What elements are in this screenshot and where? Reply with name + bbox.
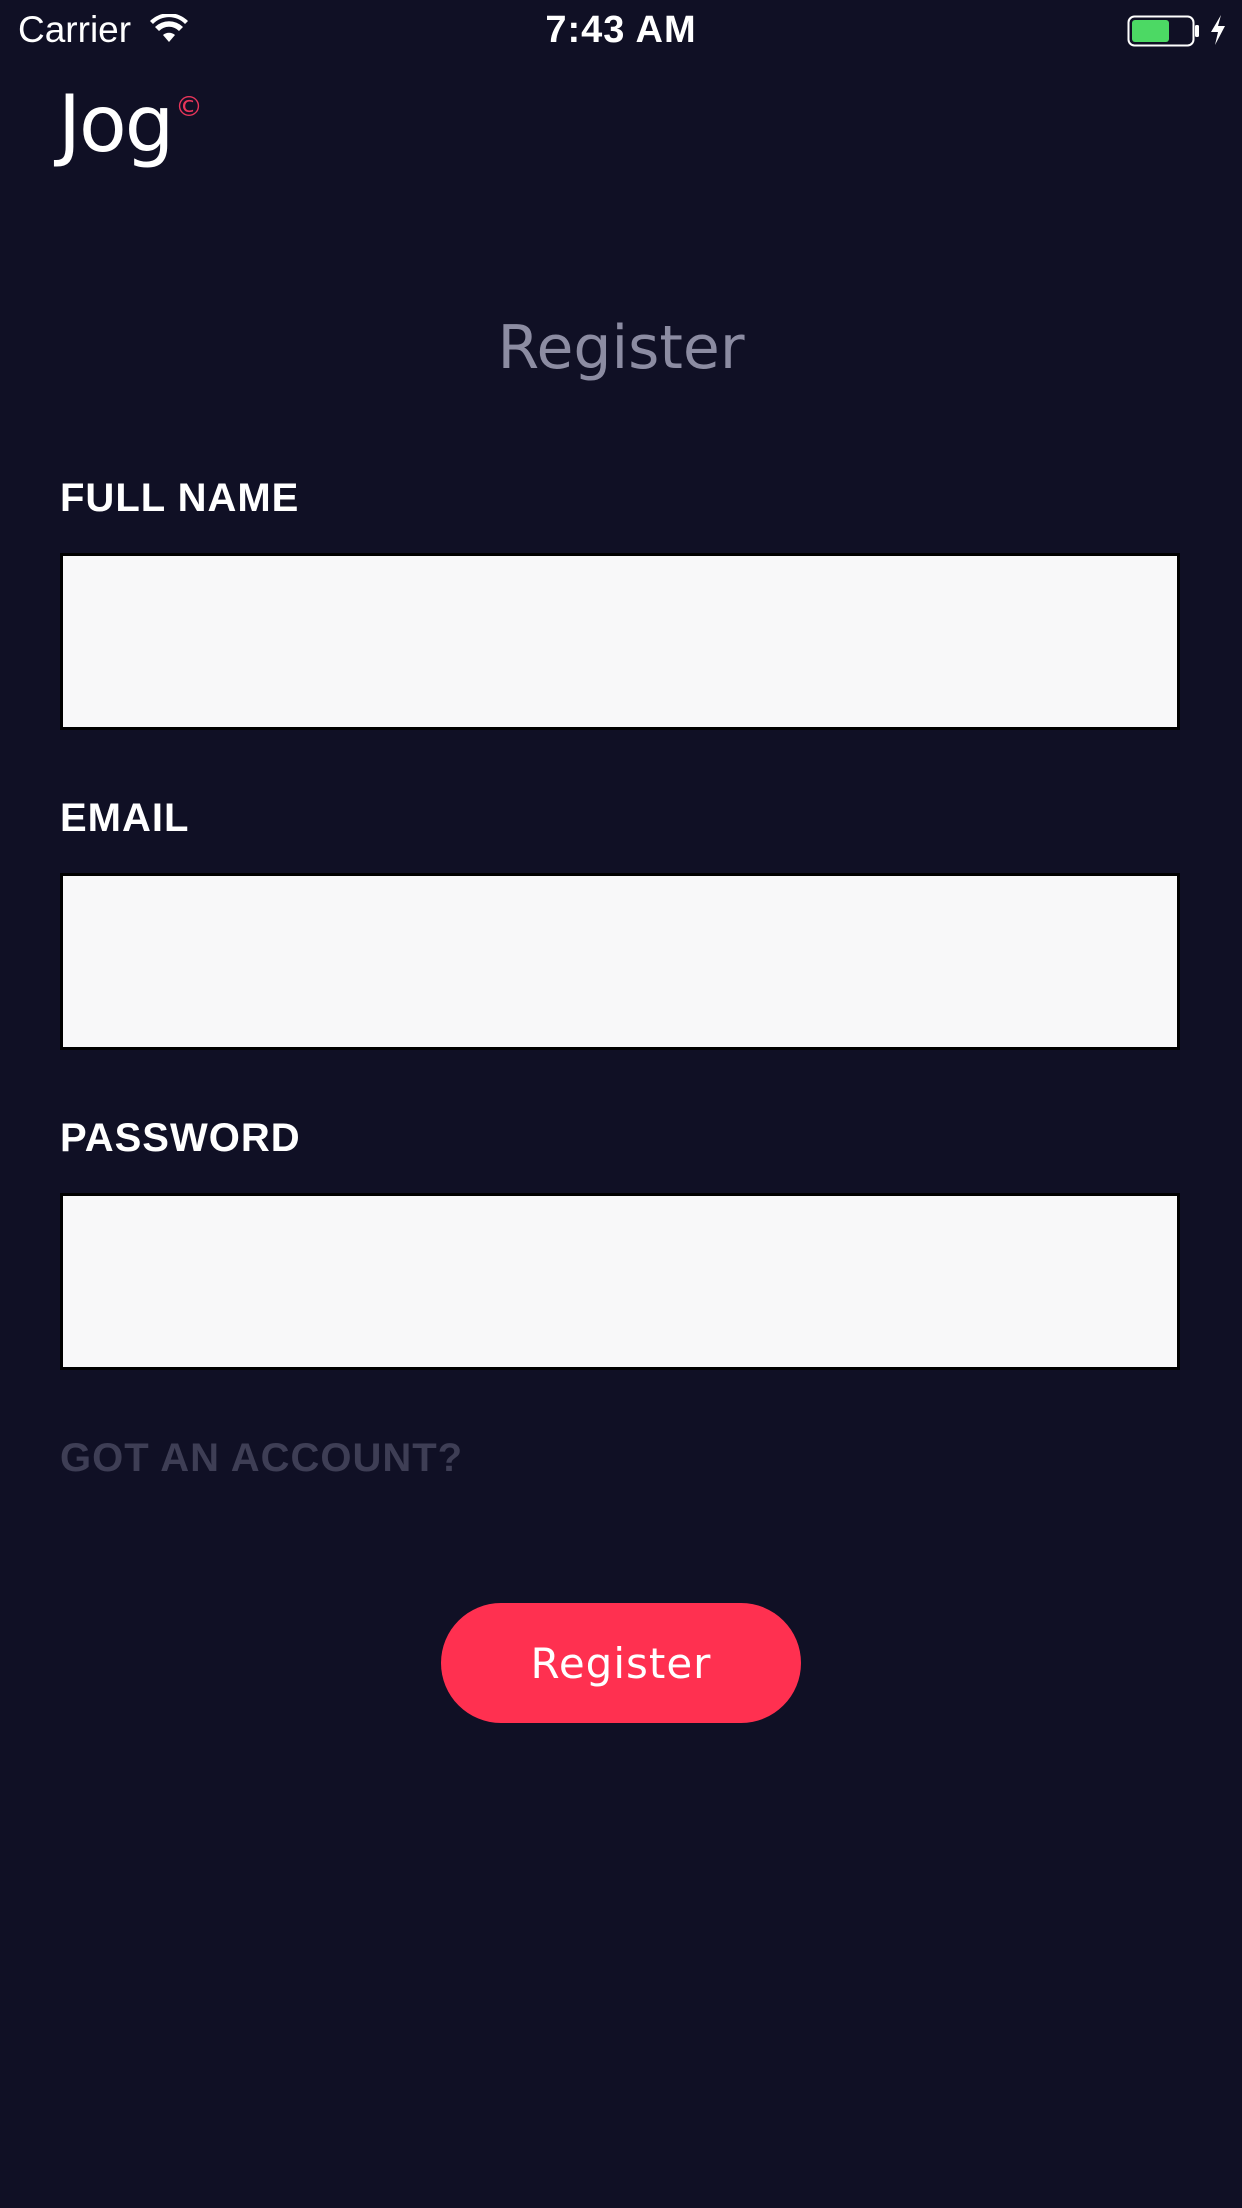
email-field[interactable] [60,873,1180,1050]
register-button[interactable]: Register [441,1603,801,1723]
got-an-account-link[interactable]: GOT AN ACCOUNT? [60,1434,463,1482]
email-label: EMAIL [60,796,190,840]
full-name-field[interactable] [60,553,1180,730]
full-name-label: FULL NAME [60,476,300,520]
charging-bolt-icon [1211,15,1225,45]
status-time: 7:43 AM [545,9,697,51]
battery-icon [1127,15,1199,47]
status-bar: Carrier 7:43 AM [0,0,1242,62]
page-title: Register [497,313,745,383]
app-logo: Jog [58,80,174,170]
password-label: PASSWORD [60,1116,301,1160]
password-field[interactable] [60,1193,1180,1370]
logo-copyright-mark: © [175,90,203,123]
